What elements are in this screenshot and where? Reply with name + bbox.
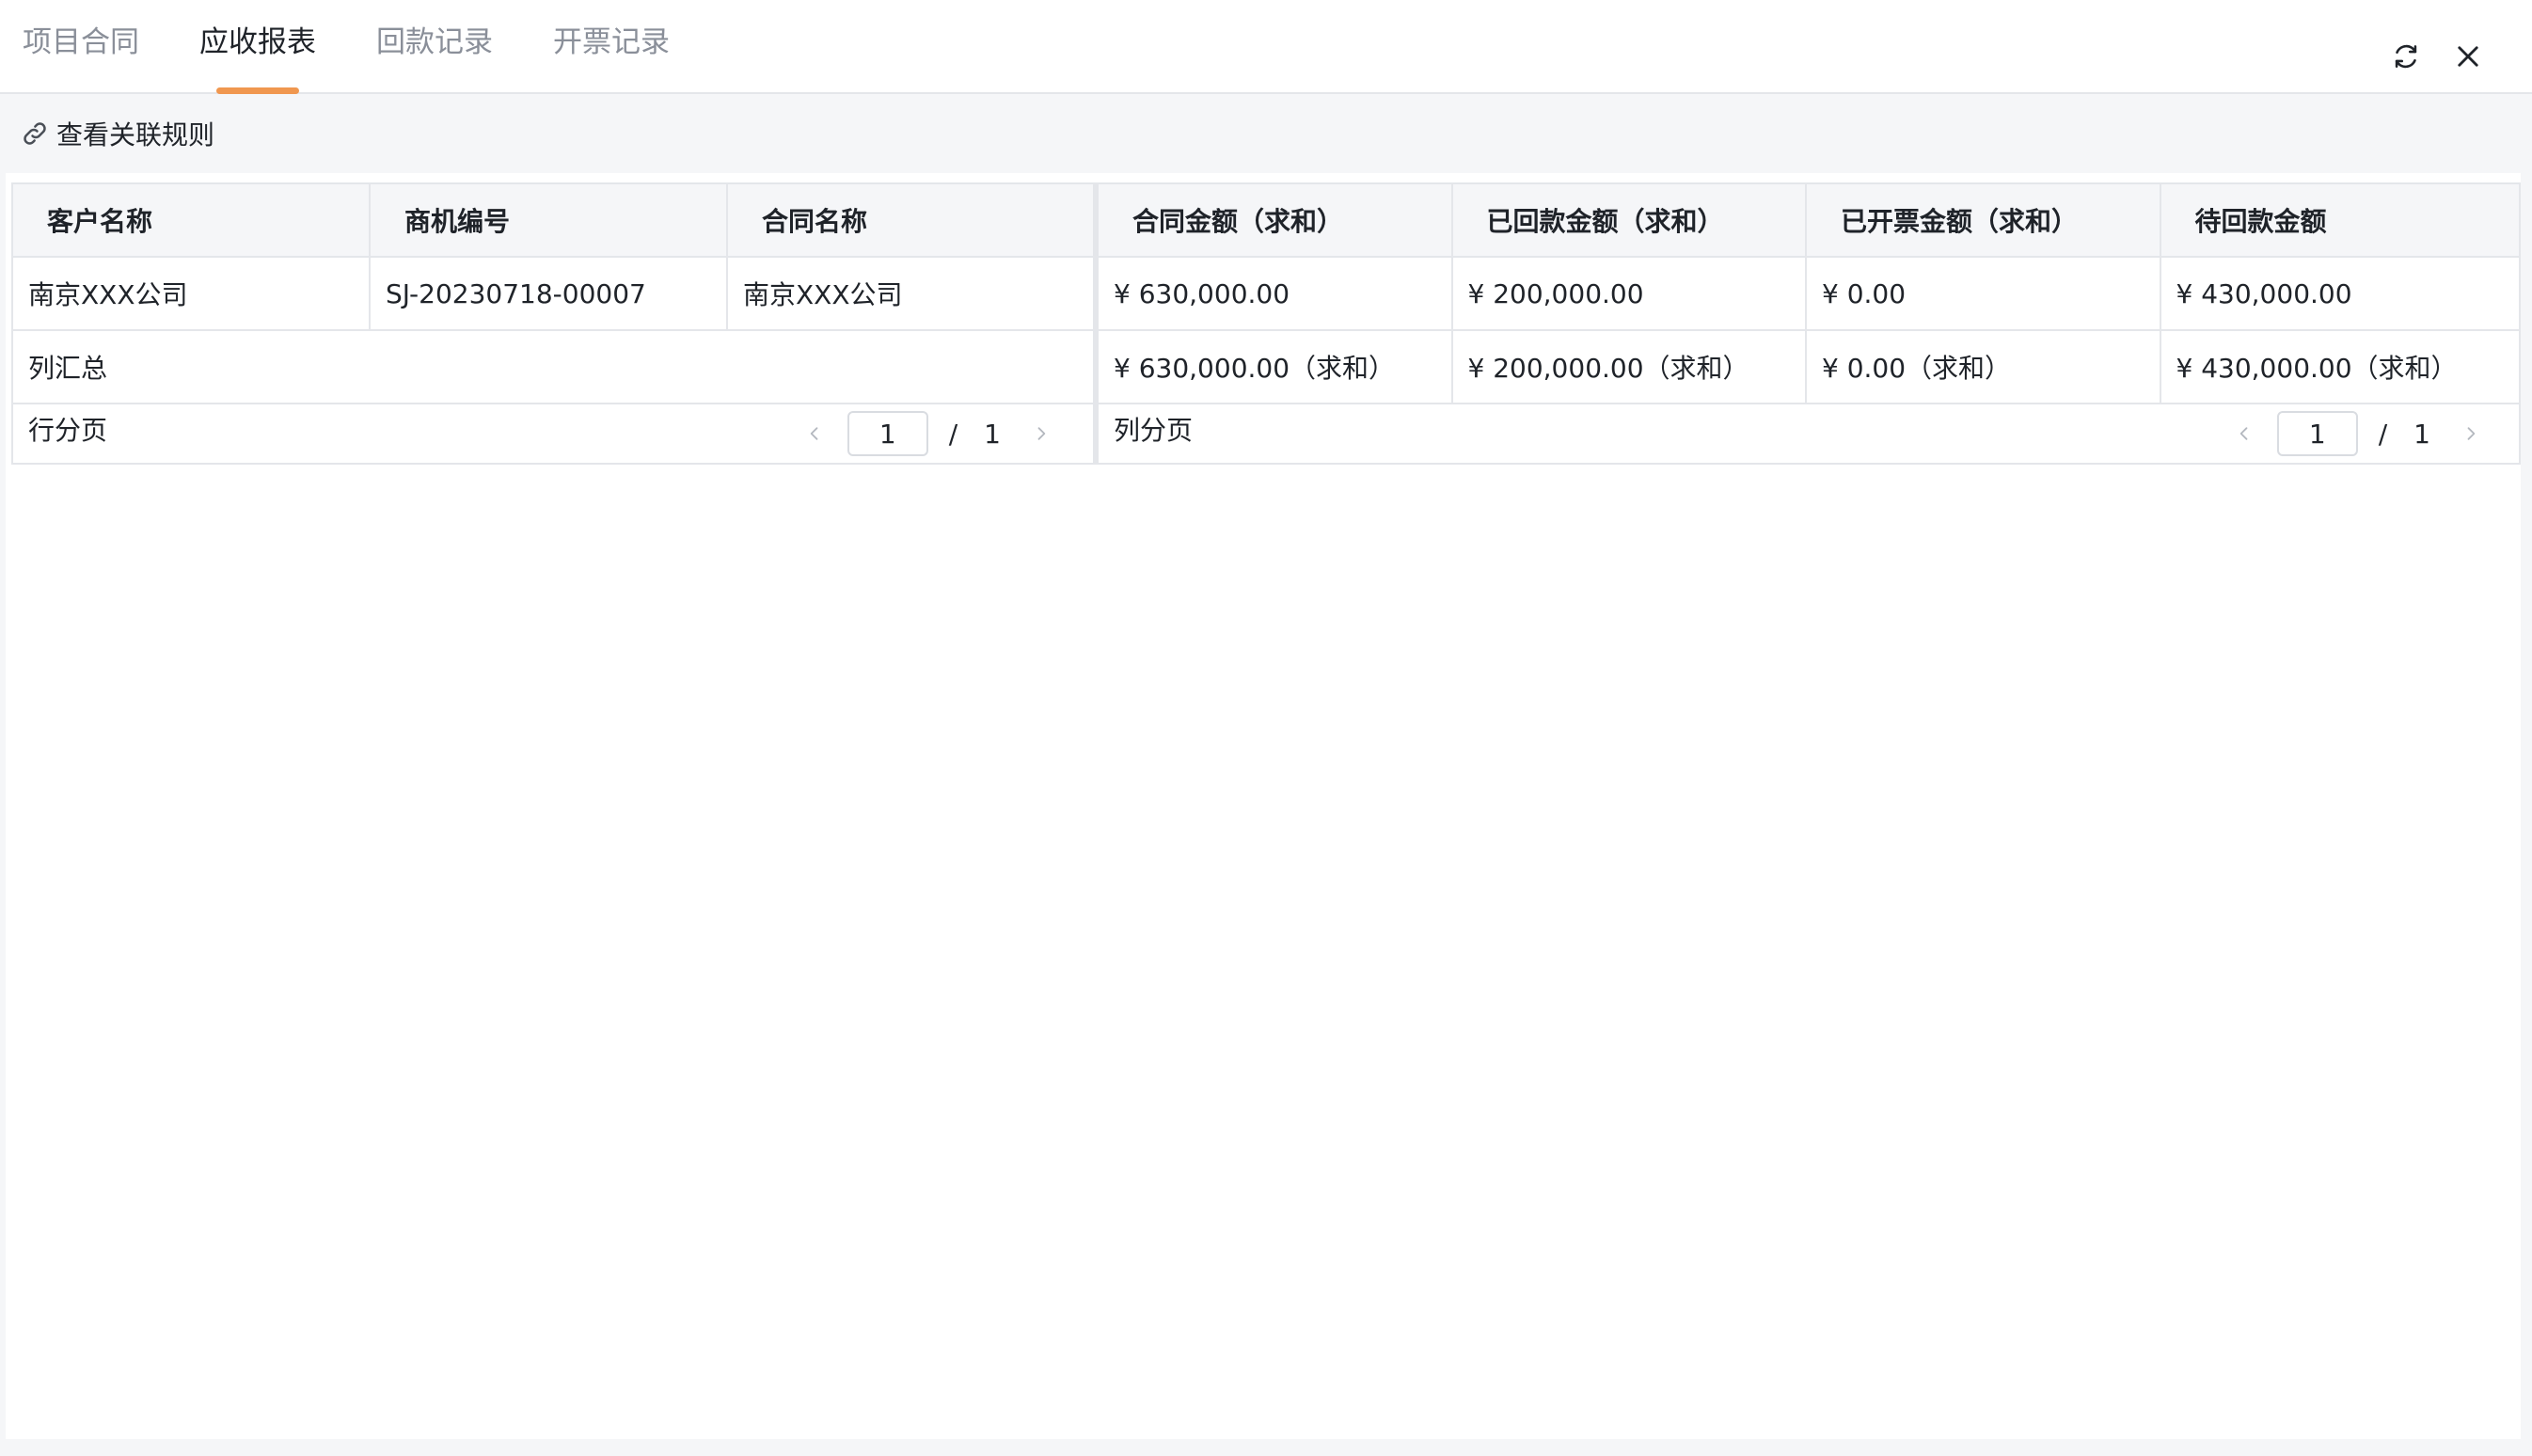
row-prev-page-button[interactable] [800,419,829,448]
view-rules-label: 查看关联规则 [56,119,215,150]
row-page-input[interactable] [847,411,928,456]
total-row: 列汇总 [13,331,1093,404]
refresh-icon [2395,44,2417,69]
column-page-total: 1 [2413,418,2430,450]
column-pager-controls: / 1 [2230,404,2485,463]
table-cell: SJ-20230718-00007 [371,258,728,329]
total-cell: ¥ 0.00（求和） [1807,331,2161,403]
value-block: 合同金额（求和） 已回款金额（求和） 已开票金额（求和） 待回款金额 ¥ 630… [1095,182,2521,465]
chevron-right-icon [2467,427,2476,440]
row-pager-controls: / 1 [800,404,1055,463]
column-header[interactable]: 待回款金额 [2161,184,2519,256]
refresh-button[interactable] [2385,36,2427,77]
link-icon [24,122,46,145]
window-header: 项目合同 应收报表 回款记录 开票记录 [0,0,2532,94]
tab-invoice-records[interactable]: 开票记录 [553,0,670,94]
table-header-row: 合同金额（求和） 已回款金额（求和） 已开票金额（求和） 待回款金额 [1099,184,2519,258]
column-page-input[interactable] [2276,411,2358,456]
tab-bar: 项目合同 应收报表 回款记录 开票记录 [23,0,730,94]
view-rules-link[interactable]: 查看关联规则 [21,115,214,152]
close-icon [2458,46,2478,67]
row-next-page-button[interactable] [1027,419,1055,448]
tab-payment-records[interactable]: 回款记录 [376,0,493,94]
report-panel: 客户名称 商机编号 合同名称 南京XXX公司 SJ-20230718-00007… [6,173,2521,1439]
pivot-table: 客户名称 商机编号 合同名称 南京XXX公司 SJ-20230718-00007… [11,182,2521,465]
column-prev-page-button[interactable] [2230,419,2258,448]
column-header[interactable]: 商机编号 [371,184,728,256]
column-header[interactable]: 已开票金额（求和） [1807,184,2161,256]
total-cell: ¥ 430,000.00（求和） [2176,353,2458,384]
tab-receivable-report[interactable]: 应收报表 [199,0,316,94]
chevron-left-icon [2239,427,2248,440]
column-pager: 列分页 / 1 [1099,404,2519,463]
row-pager-label: 行分页 [28,415,108,446]
chevron-right-icon [1037,427,1046,440]
table-row: 南京XXX公司 SJ-20230718-00007 南京XXX公司 [13,258,1093,331]
table-cell: ¥ 630,000.00 [1099,258,1453,329]
column-header[interactable]: 合同金额（求和） [1099,184,1453,256]
column-page-separator: / [2378,418,2388,450]
column-pager-label: 列分页 [1114,415,1194,446]
column-header[interactable]: 客户名称 [13,184,371,256]
total-row: ¥ 630,000.00（求和） ¥ 200,000.00（求和） ¥ 0.00… [1099,331,2519,404]
table-header-row: 客户名称 商机编号 合同名称 [13,184,1093,258]
close-button[interactable] [2447,36,2489,77]
header-actions [2365,36,2489,77]
toolbar: 查看关联规则 [0,96,2532,171]
total-cell: ¥ 200,000.00（求和） [1453,331,1807,403]
row-page-separator: / [948,418,958,450]
chevron-left-icon [810,427,818,440]
table-row: ¥ 630,000.00 ¥ 200,000.00 ¥ 0.00 ¥ 430,0… [1099,258,2519,331]
total-label: 列汇总 [28,353,108,384]
column-header[interactable]: 已回款金额（求和） [1453,184,1807,256]
total-cell: ¥ 630,000.00（求和） [1099,331,1453,403]
table-cell: ¥ 200,000.00 [1453,258,1807,329]
table-cell: 南京XXX公司 [743,279,903,310]
column-next-page-button[interactable] [2457,419,2485,448]
table-cell: ¥ 430,000.00 [2176,277,2352,309]
row-dimension-block: 客户名称 商机编号 合同名称 南京XXX公司 SJ-20230718-00007… [11,182,1095,465]
table-cell: 南京XXX公司 [13,258,371,329]
column-header[interactable]: 合同名称 [728,184,1093,256]
tab-project-contract[interactable]: 项目合同 [23,0,139,94]
row-pager: 行分页 / 1 [13,404,1093,463]
row-page-total: 1 [984,418,1001,450]
table-cell: ¥ 0.00 [1807,258,2161,329]
